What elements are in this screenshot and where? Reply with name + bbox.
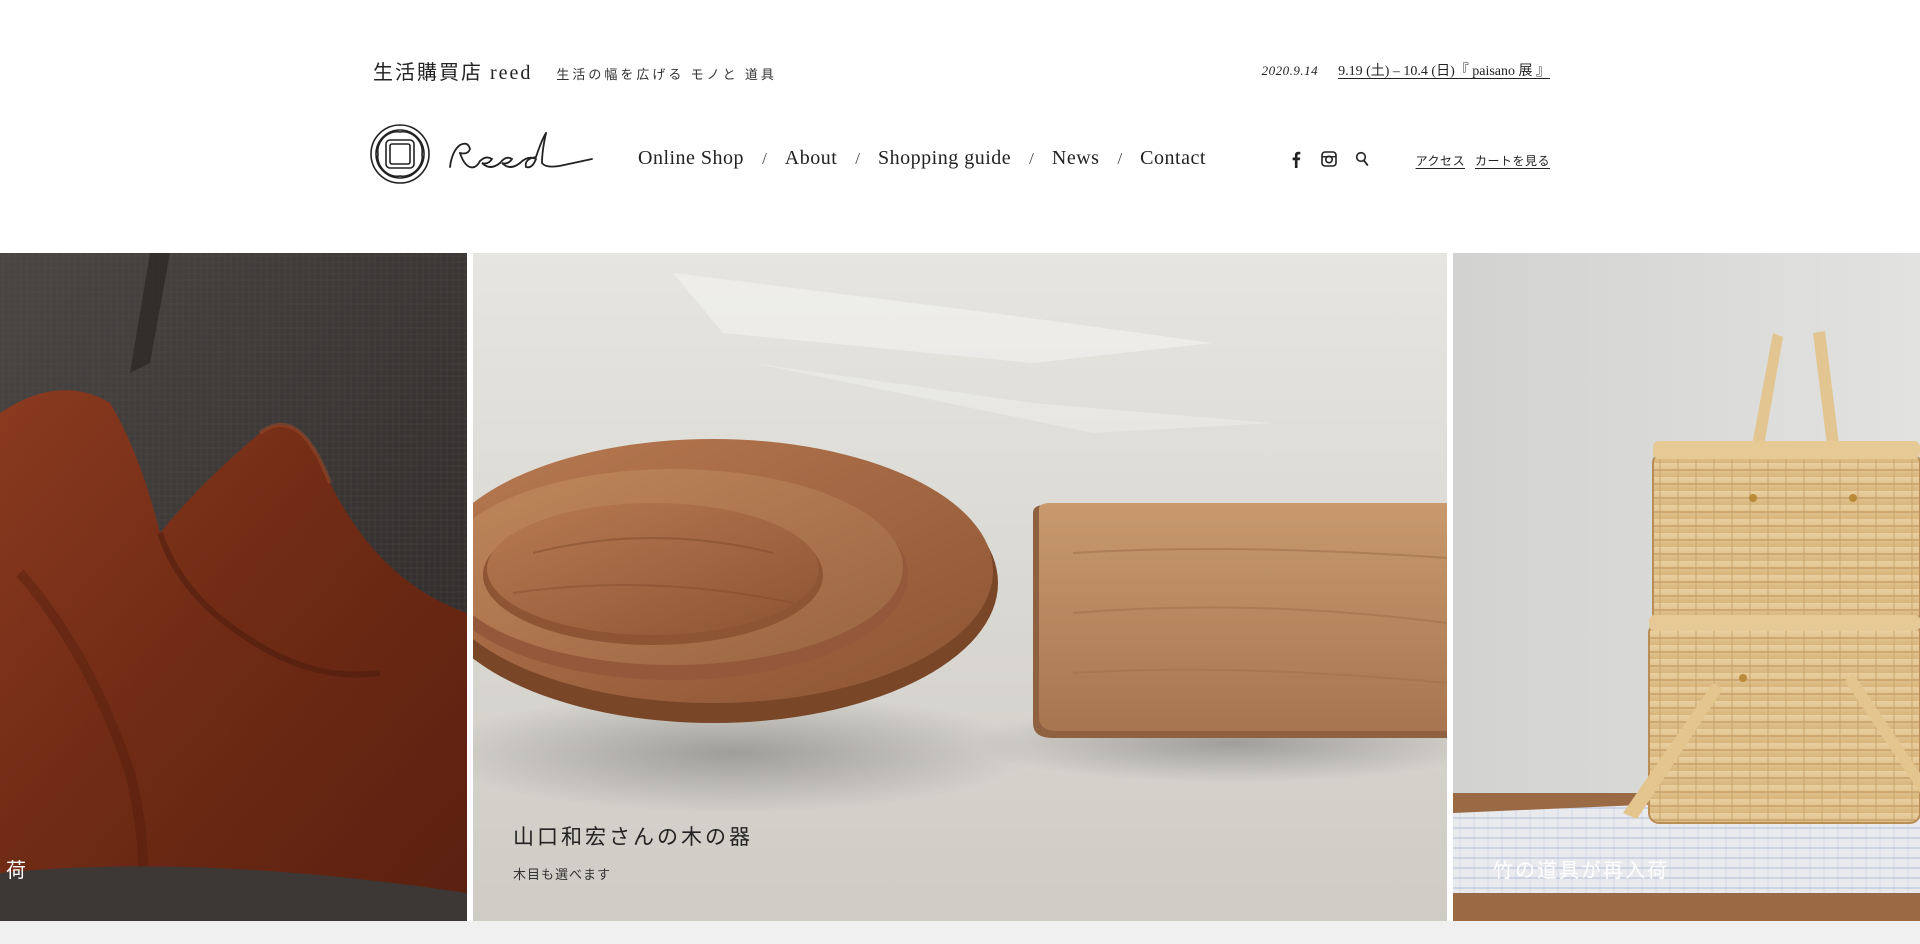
site-header: 生活購買店 reed 生活の幅を広げる モノと 道具 2020.9.14 9.1… [0,0,1920,250]
utility-links: アクセス カートを見る [1406,152,1550,169]
hero-slider: 荷 山口和宏さんの木の器 木目も選べます 竹の道具が再入荷 [0,253,1920,921]
nav-separator: / [762,148,767,168]
nav-online-shop[interactable]: Online Shop [638,147,744,170]
brand-tagline: 生活の幅を広げる モノと 道具 [556,67,777,82]
slide-caption: 竹の道具が再入荷 [1493,858,1669,882]
page-bottom-strip [0,921,1920,944]
slide-subtitle: 木目も選べます [513,868,612,883]
facebook-icon[interactable] [1287,150,1305,168]
bamboo-baskets-image [1453,253,1920,921]
access-link[interactable]: アクセス [1416,152,1465,169]
nav-separator: / [1117,148,1123,168]
social-links [1287,150,1386,168]
slide-wooden-plates[interactable]: 山口和宏さんの木の器 木目も選べます [473,253,1447,921]
nav-shopping-guide[interactable]: Shopping guide [878,147,1011,170]
nav-about[interactable]: About [785,147,838,170]
main-nav: Online Shop / About / Shopping guide / N… [638,147,1206,170]
instagram-icon[interactable] [1320,150,1338,168]
brand-name[interactable]: 生活購買店 reed [373,56,532,85]
logo-wordmark-icon [449,132,593,169]
news-link[interactable]: 9.19 (土) – 10.4 (日)『 paisano 展 』 [1338,60,1550,80]
search-icon[interactable] [1353,150,1371,168]
slide-blanket[interactable]: 荷 [0,253,467,921]
news-line: 2020.9.14 9.19 (土) – 10.4 (日)『 paisano 展… [1262,60,1550,80]
nav-separator: / [855,148,861,168]
reed-logo[interactable] [368,122,596,186]
brand-line: 生活購買店 reed 生活の幅を広げる モノと 道具 [373,56,777,85]
blanket-image [0,253,467,921]
slide-title: 山口和宏さんの木の器 [513,825,753,849]
news-date: 2020.9.14 [1261,63,1319,78]
slide-bamboo-baskets[interactable]: 竹の道具が再入荷 [1453,253,1920,921]
nav-separator: / [1029,148,1034,168]
logo-mark-icon [370,124,430,184]
nav-news[interactable]: News [1052,147,1100,170]
slide-caption: 荷 [6,858,28,882]
view-cart-link[interactable]: カートを見る [1475,152,1550,169]
nav-contact[interactable]: Contact [1140,147,1206,170]
